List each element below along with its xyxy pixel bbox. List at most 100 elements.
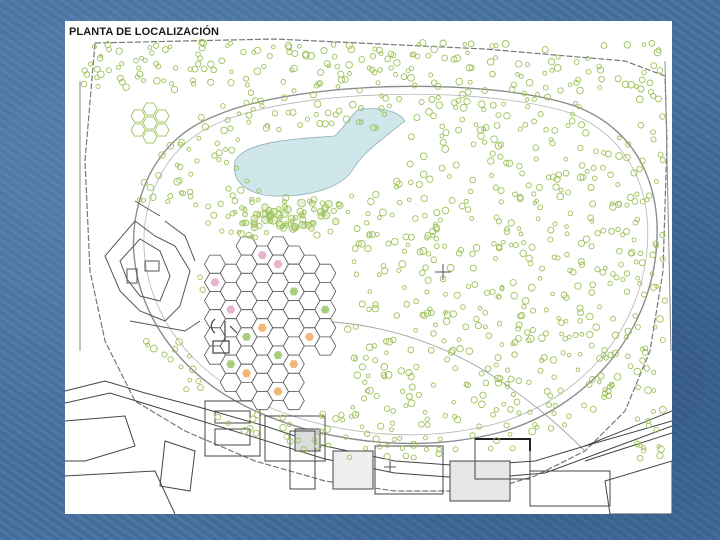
tree-mark: [537, 204, 544, 211]
tree-mark: [400, 388, 406, 394]
tree-mark: [585, 56, 591, 62]
tree-mark: [324, 109, 332, 117]
tree-mark: [252, 234, 259, 241]
tree-mark: [577, 144, 584, 152]
hexagon-cell: [154, 109, 170, 123]
tree-mark: [535, 216, 541, 222]
tree-mark: [491, 240, 497, 247]
tree-mark: [197, 384, 204, 391]
tree-mark: [153, 42, 160, 49]
map-panel: PLANTA DE LOCALIZACIÓN: [65, 21, 672, 514]
tree-mark: [545, 401, 553, 408]
tree-mark: [564, 231, 570, 237]
tree-mark: [345, 61, 353, 69]
tree-mark: [469, 216, 475, 221]
tree-mark: [426, 175, 434, 183]
tree-mark: [253, 67, 262, 76]
tree-mark: [469, 250, 476, 257]
tree-mark: [317, 212, 325, 220]
tree-mark: [524, 97, 530, 102]
tree-mark: [299, 212, 306, 219]
tree-mark: [589, 200, 597, 208]
tree-mark: [419, 170, 428, 179]
tree-mark: [640, 447, 647, 454]
tree-mark: [526, 379, 532, 385]
tree-mark: [627, 363, 634, 370]
tree-mark: [407, 399, 416, 408]
tree-mark: [594, 229, 601, 237]
tree-mark: [313, 100, 322, 108]
tree-mark: [459, 103, 468, 112]
tree-mark: [442, 412, 448, 419]
tree-mark: [363, 445, 369, 451]
tree-mark: [229, 192, 236, 199]
tree-mark: [631, 198, 639, 205]
tree-mark: [399, 445, 405, 451]
tree-mark: [246, 119, 252, 125]
tree-mark: [637, 121, 645, 129]
tree-mark: [283, 205, 292, 214]
tree-mark: [377, 215, 382, 220]
tree-mark: [489, 101, 497, 109]
tree-mark: [519, 170, 526, 177]
tree-mark: [615, 152, 623, 160]
tree-mark: [402, 452, 410, 460]
tree-mark: [596, 66, 605, 74]
tree-mark: [363, 430, 371, 437]
tree-mark: [330, 42, 337, 48]
tree-mark: [582, 129, 590, 137]
tree-mark: [443, 291, 448, 297]
tree-mark: [508, 242, 514, 248]
tree-mark: [577, 309, 585, 317]
tree-mark: [452, 161, 460, 169]
tree-mark: [509, 445, 516, 452]
tree-mark: [214, 413, 222, 421]
tree-mark: [225, 43, 230, 48]
tree-mark: [436, 446, 442, 453]
tree-mark: [388, 65, 394, 71]
tree-mark: [367, 197, 375, 206]
tree-mark: [313, 231, 321, 239]
tree-mark: [433, 236, 440, 242]
tree-mark: [536, 183, 543, 191]
tree-mark: [437, 217, 443, 223]
tree-mark: [358, 300, 366, 308]
tree-mark: [572, 331, 579, 339]
tree-mark: [410, 454, 417, 461]
tree-mark: [149, 344, 158, 353]
tree-mark: [522, 121, 529, 128]
tree-mark: [516, 410, 522, 416]
tree-mark: [217, 200, 224, 207]
tree-mark: [243, 75, 250, 82]
tree-mark: [650, 92, 657, 99]
tree-mark: [552, 183, 560, 191]
tree-mark: [441, 145, 450, 153]
tree-mark: [525, 104, 531, 110]
tree-mark: [489, 150, 496, 157]
tree-mark: [648, 40, 656, 47]
tree-mark: [634, 191, 640, 197]
tree-mark: [551, 374, 557, 380]
tree-mark: [220, 103, 226, 109]
tree-mark: [531, 96, 537, 102]
tree-mark: [362, 354, 369, 361]
tree-mark: [585, 68, 592, 75]
tree-mark: [473, 122, 479, 128]
tree-mark: [296, 43, 302, 49]
tree-mark: [276, 206, 282, 212]
tree-mark: [381, 267, 389, 275]
tree-mark: [237, 186, 245, 194]
tree-mark: [658, 405, 667, 414]
tree-mark: [587, 184, 595, 191]
tree-mark: [276, 126, 282, 133]
tree-mark: [218, 57, 226, 65]
tree-mark: [320, 47, 328, 55]
tree-mark: [250, 106, 256, 112]
tree-mark: [563, 318, 569, 324]
tree-mark: [512, 191, 518, 198]
tree-mark: [544, 93, 552, 101]
tree-mark: [414, 53, 421, 60]
tree-mark: [332, 415, 340, 423]
tree-mark: [207, 78, 215, 86]
tree-mark: [456, 345, 464, 353]
